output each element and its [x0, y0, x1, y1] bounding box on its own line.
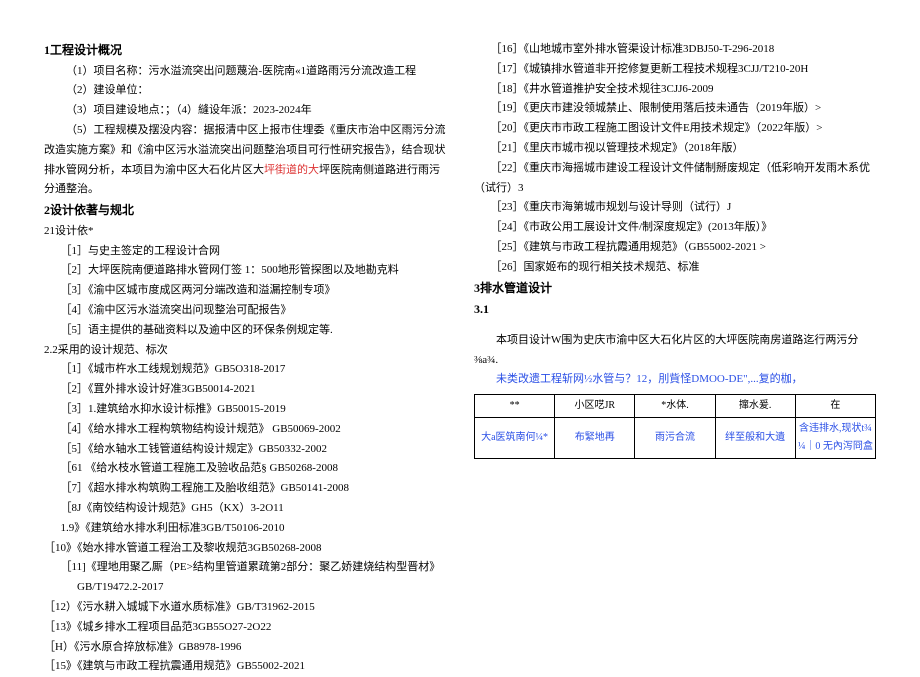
s2: ［2］《罝外排水设计好准3GB50014-2021: [44, 380, 446, 400]
h2: 2设计依著与规北: [44, 200, 446, 222]
h2b: 2.2采用的设计规范、标次: [44, 341, 446, 361]
s10: ［10》《始水排水管道工程治工及黎收规范3GB50268-2008: [44, 539, 446, 559]
loc-year: （3）项目建设地点：；（4）縫设年派：2023-2024年: [44, 101, 446, 121]
r22: ［22］《重庆市海摇城市建设工程设计文件储制掰废规定（低彩响开发雨木系优（试行）…: [474, 159, 876, 199]
th4: 撺水爰.: [715, 395, 795, 418]
r16: ［16］《山地城市室外排水管渠设计标准3DBJ50-T-296-2018: [474, 40, 876, 60]
s5: ［5］《给水轴水工钱管道结构设计规定》GB50332-2002: [44, 440, 446, 460]
proj-name: （1）项目名称：污水溢流突出问题蔑治-医院南«1道路雨污分流改造工程: [44, 62, 446, 82]
r18: ［18］《井水管道推护安全技术规往3CJJ6-2009: [474, 80, 876, 100]
s9: 1.9》《建筑给水排水利田标准3GB/T50106-2010: [44, 519, 446, 539]
s13: ［13》《城乡排水工程项目品范3GB55O27-2O22: [44, 618, 446, 638]
th1: **: [475, 395, 555, 418]
r21: ［21］《里庆市城市视以管理技术规定》（2018年版）: [474, 139, 876, 159]
h3a: 3.1: [474, 299, 876, 321]
th5: 在: [795, 395, 875, 418]
d2: ［2］大坪医院南便道路排水管网仃签 1：500地形管探图以及地勘克料: [44, 261, 446, 281]
h3: 3排水管道设计: [474, 278, 876, 300]
th3: *水体.: [635, 395, 715, 418]
s11: ［11]《理地用聚乙厮（PE>结构里管道累疏第2部分：聚乙娇建烧结构型晋材》: [44, 558, 446, 578]
h2a: 21设计依*: [44, 222, 446, 242]
scope: （5）工程规模及摆没内容：据报清中区上报市住埋委《重庆市治中区雨污分流改造实施方…: [44, 121, 446, 200]
th2: 小区呓JR: [555, 395, 635, 418]
scope-red: 坪街道的大: [264, 164, 319, 176]
s7: ［7］《超水排水构筑购工程施工及胎收组范》GB50141-2008: [44, 479, 446, 499]
td1: 大a医筑南何¼*: [475, 418, 555, 459]
build-unit: （2）建设单位：: [44, 81, 446, 101]
p2: 未类改遗工程斩网½水管与？12，刖貲怪DMOO-DE",...复的枷，: [474, 370, 876, 390]
r19: ［19］《更庆市建没领城禁止、限制使用落后技未通告（2019年版）>: [474, 99, 876, 119]
p1: 本项目设计W围为史庆市渝中区大石化片区的大坪医院南房道路迄行两污分⅜a¾.: [474, 331, 876, 371]
r25: ［25］《建筑与市政工程抗霞通用规范》（GB55002-2021 >: [474, 238, 876, 258]
td5: 含违排水,现状t¾¼｜0 无內泻冏盒: [795, 418, 875, 459]
table: ** 小区呓JR *水体. 撺水爰. 在 大a医筑南何¼* 布緊地再 雨污合流 …: [474, 394, 876, 459]
s12: ［12）《污水耕入城城下水道水质标准》GB/T31962-2015: [44, 598, 446, 618]
d1: ［1］与史主签定的工程设计合网: [44, 242, 446, 262]
h1: 1工程设计概况: [44, 40, 446, 62]
td2: 布緊地再: [555, 418, 635, 459]
s3: ［3］1.建筑给水抑水设计标推》GB50015-2019: [44, 400, 446, 420]
r23: ［23］《重庆市海第城市规划与设计导则（试行）J: [474, 198, 876, 218]
d5: ［5］语主提供的基础资料以及逾中区的环保条例规定等.: [44, 321, 446, 341]
s14: ［H）《污水原合捽放标准》GB8978-1996: [44, 638, 446, 658]
r20: ［20］《更庆市市政工程施工图设计文件E用技术规定》（2022年版）>: [474, 119, 876, 139]
s6: ［61 《给水枝水管道工程施工及验收品范§ GB50268-2008: [44, 459, 446, 479]
d3: ［3］《渝中区城市度成区两河分端改造和溢漏控制专项》: [44, 281, 446, 301]
s1: ［1］《城市杵水工线规划规范》GB5O318-2017: [44, 360, 446, 380]
r24: ［24］《市政公用工展设计文件/制深度规定》(2013年版）》: [474, 218, 876, 238]
r26: ［26］国家姬布的现行相关技术规范、标准: [474, 258, 876, 278]
r17: ［17］《城镇排水管道非开挖修复更新工程技术规程3CJJ/T210-20H: [474, 60, 876, 80]
s15: ［15》《建筑与市政工程抗震通用规范》GB55002-2021: [44, 657, 446, 677]
d4: ［4］《渝中区污水溢流突出问现整治可配报告》: [44, 301, 446, 321]
td4: 绊至般和大遺: [715, 418, 795, 459]
td3: 雨污合流: [635, 418, 715, 459]
s11b: GB/T19472.2-2017: [44, 578, 446, 598]
s8: ［8J《南饺结构设计规范》GH5（KX）3-2O11: [44, 499, 446, 519]
s4: ［4］《给水排水工程构筑物结构设计规范》 GB50069-2002: [44, 420, 446, 440]
